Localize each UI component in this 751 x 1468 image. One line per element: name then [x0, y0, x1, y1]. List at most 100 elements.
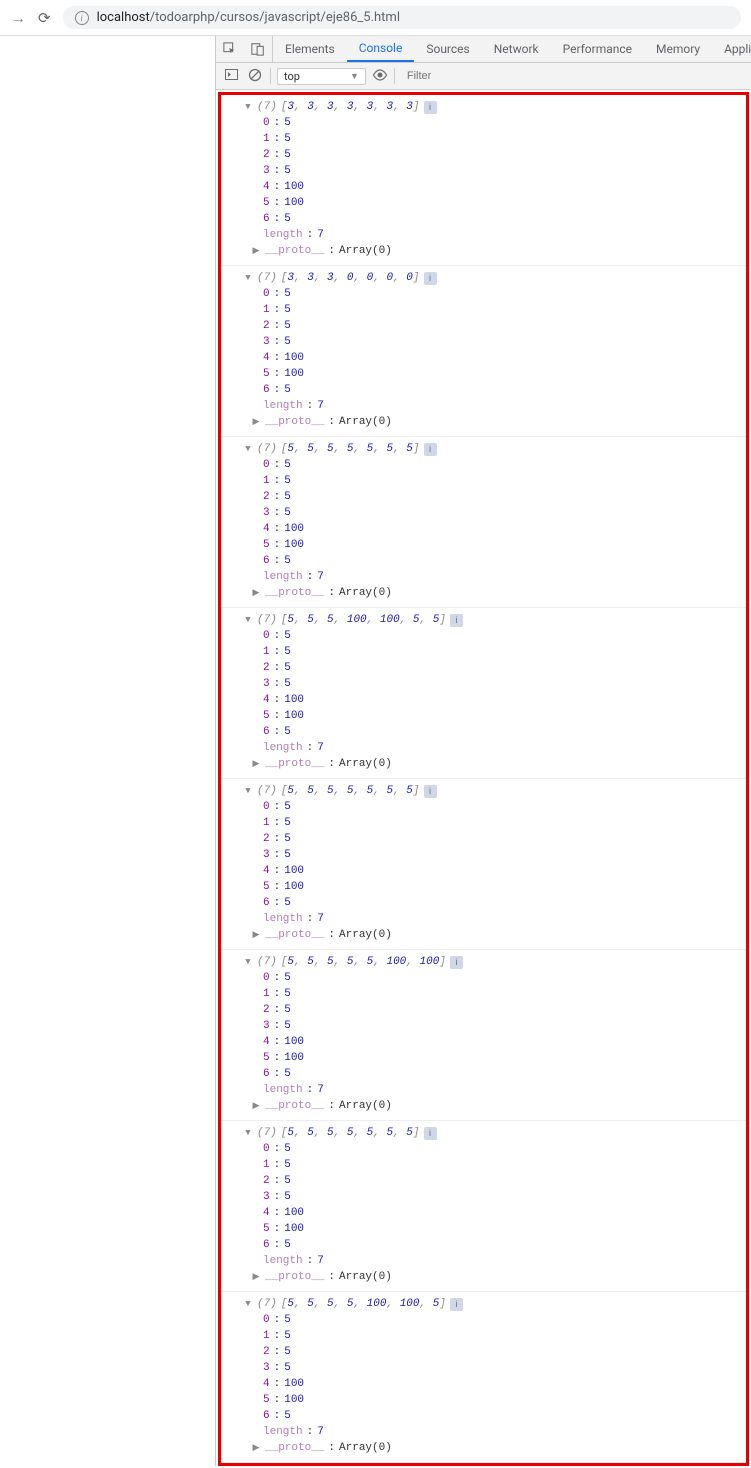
- prop-key: 0: [263, 1312, 270, 1328]
- prop-value: 100: [284, 537, 304, 553]
- proto-row[interactable]: __proto__: Array(0): [251, 1269, 740, 1285]
- prop-key: __proto__: [265, 243, 324, 259]
- prop-key: 4: [263, 863, 270, 879]
- prop-value: 7: [317, 1082, 324, 1098]
- array-length: (7): [257, 441, 277, 457]
- prop-key: 2: [263, 318, 270, 334]
- tab-elements[interactable]: Elements: [273, 36, 347, 62]
- info-icon[interactable]: i: [75, 11, 89, 25]
- summary-row[interactable]: (7) [3, 3, 3, 3, 3, 3, 3] i: [243, 99, 740, 115]
- tab-memory[interactable]: Memory: [644, 36, 712, 62]
- tab-console[interactable]: Console: [347, 36, 415, 62]
- url-text: localhost/todoarphp/cursos/javascript/ej…: [97, 10, 400, 25]
- prop-key: __proto__: [265, 414, 324, 430]
- expand-icon[interactable]: [251, 756, 261, 772]
- prop-value: 100: [284, 350, 304, 366]
- info-badge-icon[interactable]: i: [424, 1127, 437, 1140]
- summary-row[interactable]: (7) [5, 5, 5, 5, 5, 100, 100] i: [243, 954, 740, 970]
- proto-row[interactable]: __proto__: Array(0): [251, 1440, 740, 1456]
- proto-row[interactable]: __proto__: Array(0): [251, 756, 740, 772]
- inspect-icon[interactable]: [216, 36, 244, 62]
- expand-icon[interactable]: [251, 243, 261, 259]
- context-selector[interactable]: top ▼: [277, 68, 366, 85]
- expand-icon[interactable]: [251, 1269, 261, 1285]
- console-message: (7) [3, 3, 3, 3, 3, 3, 3] i0: 51: 52: 53…: [221, 95, 746, 266]
- proto-row[interactable]: __proto__: Array(0): [251, 585, 740, 601]
- proto-row[interactable]: __proto__: Array(0): [251, 414, 740, 430]
- info-badge-icon[interactable]: i: [450, 614, 463, 627]
- sidebar-toggle-icon[interactable]: [222, 69, 240, 83]
- prop-key: 0: [263, 628, 270, 644]
- prop-value: 5: [284, 382, 291, 398]
- clear-console-icon[interactable]: [246, 68, 264, 85]
- proto-row[interactable]: __proto__: Array(0): [251, 1098, 740, 1114]
- summary-row[interactable]: (7) [5, 5, 5, 5, 5, 5, 5] i: [243, 441, 740, 457]
- array-index-row: 0: 5: [263, 115, 740, 131]
- prop-key: 4: [263, 350, 270, 366]
- prop-key: 2: [263, 1173, 270, 1189]
- collapse-icon[interactable]: [243, 1125, 253, 1141]
- summary-row[interactable]: (7) [5, 5, 5, 5, 5, 5, 5] i: [243, 1125, 740, 1141]
- collapse-icon[interactable]: [243, 954, 253, 970]
- collapse-icon[interactable]: [243, 270, 253, 286]
- proto-row[interactable]: __proto__: Array(0): [251, 927, 740, 943]
- prop-key: 4: [263, 1205, 270, 1221]
- prop-value: 7: [317, 740, 324, 756]
- array-summary: [5, 5, 5, 5, 5, 5, 5]: [281, 441, 420, 457]
- collapse-icon[interactable]: [243, 1296, 253, 1312]
- proto-row[interactable]: __proto__: Array(0): [251, 243, 740, 259]
- expand-icon[interactable]: [251, 585, 261, 601]
- expand-icon[interactable]: [251, 1098, 261, 1114]
- array-index-row: 0: 5: [263, 628, 740, 644]
- summary-row[interactable]: (7) [5, 5, 5, 5, 100, 100, 5] i: [243, 1296, 740, 1312]
- array-index-row: 2: 5: [263, 1344, 740, 1360]
- array-index-row: 6: 5: [263, 211, 740, 227]
- collapse-icon[interactable]: [243, 99, 253, 115]
- info-badge-icon[interactable]: i: [424, 443, 437, 456]
- devtools-inspect-group: [216, 36, 273, 62]
- info-badge-icon[interactable]: i: [424, 785, 437, 798]
- tab-performance[interactable]: Performance: [551, 36, 644, 62]
- tab-network[interactable]: Network: [482, 36, 551, 62]
- prop-key: 4: [263, 521, 270, 537]
- info-badge-icon[interactable]: i: [450, 956, 463, 969]
- collapse-icon[interactable]: [243, 783, 253, 799]
- info-badge-icon[interactable]: i: [424, 101, 437, 114]
- array-index-row: 6: 5: [263, 1408, 740, 1424]
- info-badge-icon[interactable]: i: [450, 1298, 463, 1311]
- expand-icon[interactable]: [251, 1440, 261, 1456]
- filter-input[interactable]: [401, 68, 555, 84]
- tab-sources[interactable]: Sources: [414, 36, 481, 62]
- reload-icon[interactable]: ⟳: [38, 9, 51, 27]
- array-index-row: 5: 100: [263, 366, 740, 382]
- expand-icon[interactable]: [251, 927, 261, 943]
- summary-row[interactable]: (7) [5, 5, 5, 100, 100, 5, 5] i: [243, 612, 740, 628]
- prop-value: 5: [284, 676, 291, 692]
- url-bar[interactable]: i localhost/todoarphp/cursos/javascript/…: [63, 6, 741, 29]
- prop-value: 100: [284, 195, 304, 211]
- object-properties: 0: 51: 52: 53: 54: 1005: 1006: 5length: …: [263, 799, 740, 943]
- device-toggle-icon[interactable]: [244, 36, 272, 62]
- forward-icon[interactable]: →: [10, 8, 26, 28]
- prop-key: __proto__: [265, 1098, 324, 1114]
- prop-key: __proto__: [265, 1440, 324, 1456]
- collapse-icon[interactable]: [243, 612, 253, 628]
- array-index-row: 1: 5: [263, 131, 740, 147]
- live-expression-icon[interactable]: [372, 69, 388, 84]
- prop-key: __proto__: [265, 927, 324, 943]
- collapse-icon[interactable]: [243, 441, 253, 457]
- prop-value: 5: [284, 318, 291, 334]
- prop-key: length: [263, 1424, 303, 1440]
- summary-row[interactable]: (7) [3, 3, 3, 0, 0, 0, 0] i: [243, 270, 740, 286]
- prop-key: 1: [263, 815, 270, 831]
- prop-key: 2: [263, 660, 270, 676]
- tab-application[interactable]: Appli: [712, 36, 751, 62]
- expand-icon[interactable]: [251, 414, 261, 430]
- prop-key: 3: [263, 1360, 270, 1376]
- array-index-row: 4: 100: [263, 521, 740, 537]
- object-properties: 0: 51: 52: 53: 54: 1005: 1006: 5length: …: [263, 1141, 740, 1285]
- prop-value: Array(0): [339, 1269, 392, 1285]
- info-badge-icon[interactable]: i: [424, 272, 437, 285]
- prop-value: 5: [284, 489, 291, 505]
- summary-row[interactable]: (7) [5, 5, 5, 5, 5, 5, 5] i: [243, 783, 740, 799]
